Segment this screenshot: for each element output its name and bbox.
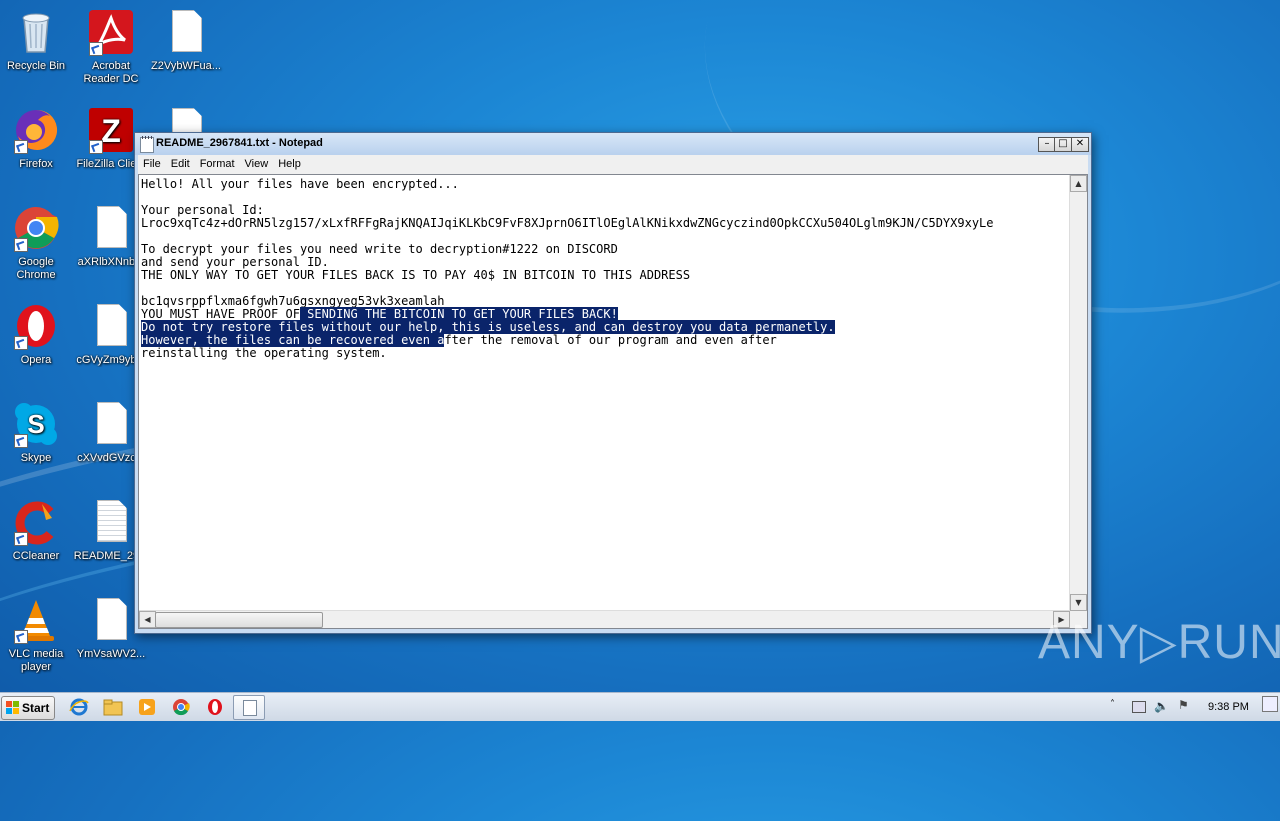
desktop-icon-label: Opera <box>20 354 52 366</box>
shortcut-arrow-icon <box>14 238 28 252</box>
blank-file-icon <box>87 400 135 448</box>
blank-file-icon <box>162 8 210 56</box>
recycle-bin-icon <box>12 8 60 56</box>
selected-text: However, the files can be recovered even… <box>141 333 445 347</box>
clock[interactable]: 9:38 PM <box>1208 701 1249 713</box>
skype-icon: S <box>12 400 60 448</box>
desktop-icon-acrobat[interactable]: Acrobat Reader DC <box>73 8 149 86</box>
desktop-icon-firefox[interactable]: Firefox <box>0 106 74 171</box>
shortcut-arrow-icon <box>89 140 103 154</box>
file-explorer-icon[interactable] <box>102 697 124 717</box>
desktop-icon-label: VLC media player <box>8 648 64 673</box>
opera-icon[interactable] <box>204 697 226 717</box>
chrome-icon <box>12 204 60 252</box>
media-player-icon[interactable] <box>136 697 158 717</box>
desktop-icon-vlc[interactable]: VLC media player <box>0 596 74 674</box>
anyrun-watermark: ANY▷RUN <box>1038 616 1280 669</box>
show-desktop-button[interactable] <box>1262 696 1278 712</box>
chrome-icon[interactable] <box>170 697 192 717</box>
menu-edit[interactable]: Edit <box>166 155 195 170</box>
show-hidden-icons-icon[interactable]: ˄ <box>1110 699 1115 710</box>
vlc-cone-icon <box>12 596 60 644</box>
selected-text: SENDING THE BITCOIN TO GET YOUR FILES BA… <box>299 307 618 321</box>
scroll-up-icon[interactable]: ▲ <box>1070 175 1087 192</box>
horizontal-scrollbar[interactable]: ◀ ▶ <box>139 610 1070 628</box>
acrobat-reader-icon <box>87 8 135 56</box>
ccleaner-icon <box>12 498 60 546</box>
notepad-window[interactable]: README_2967841.txt - Notepad – □ ✕ File E… <box>134 132 1092 634</box>
menu-help[interactable]: Help <box>273 155 306 170</box>
shortcut-arrow-icon <box>14 140 28 154</box>
desktop-icon-opera[interactable]: Opera <box>0 302 74 367</box>
svg-text:S: S <box>27 409 44 439</box>
internet-explorer-icon[interactable] <box>68 697 90 717</box>
action-center-flag-icon[interactable]: ⚑ <box>1178 698 1189 712</box>
desktop-icon-label: CCleaner <box>12 550 60 562</box>
windows-logo-icon <box>6 701 20 715</box>
text-line: THE ONLY WAY TO GET YOUR FILES BACK IS T… <box>141 268 691 282</box>
menu-file[interactable]: File <box>138 155 166 170</box>
scroll-down-icon[interactable]: ▼ <box>1070 594 1087 611</box>
notepad-icon <box>243 700 257 716</box>
blank-file-icon <box>87 596 135 644</box>
text-line: Hello! All your files have been encrypte… <box>141 177 459 191</box>
desktop-icon-google-chrome[interactable]: Google Chrome <box>0 204 74 282</box>
desktop-icon-label: Firefox <box>19 158 53 170</box>
desktop-icon-label: Recycle Bin <box>6 60 66 72</box>
menu-format[interactable]: Format <box>195 155 240 170</box>
maximize-button[interactable]: □ <box>1054 137 1072 152</box>
text-file-icon <box>87 498 135 546</box>
desktop-icon-skype[interactable]: S Skype <box>0 400 74 465</box>
blank-file-icon <box>87 204 135 252</box>
title-bar[interactable]: README_2967841.txt - Notepad – □ ✕ <box>135 133 1091 155</box>
filezilla-icon: Z <box>87 106 135 154</box>
shortcut-arrow-icon <box>14 532 28 546</box>
desktop-icon-label: Z2VybWFua... <box>151 60 221 72</box>
desktop-icon-ccleaner[interactable]: CCleaner <box>0 498 74 563</box>
desktop-icon-label: Google Chrome <box>16 256 56 281</box>
desktop-icon-file-z2vyb[interactable]: Z2VybWFua... <box>148 8 224 73</box>
shortcut-arrow-icon <box>89 42 103 56</box>
text-content[interactable]: Hello! All your files have been encrypte… <box>139 175 1070 611</box>
shortcut-arrow-icon <box>14 336 28 350</box>
start-label: Start <box>22 701 50 715</box>
firefox-icon <box>12 106 60 154</box>
window-title: README_2967841.txt - Notepad <box>156 137 323 149</box>
close-button[interactable]: ✕ <box>1071 137 1089 152</box>
text-line <box>141 191 1070 204</box>
desktop-icon-label: YmVsaWV2... <box>76 648 146 660</box>
unselected-text: YOU MUST HAVE PROOF OF <box>141 307 300 321</box>
network-icon[interactable] <box>1132 701 1146 713</box>
shortcut-arrow-icon <box>14 630 28 644</box>
taskbar: Start ˄ 🔈 ⚑ 9:38 PM <box>0 692 1280 721</box>
volume-icon[interactable]: 🔈 <box>1154 699 1169 713</box>
horizontal-scroll-thumb[interactable] <box>155 612 323 628</box>
opera-icon <box>12 302 60 350</box>
text-line: reinstalling the operating system. <box>141 346 387 360</box>
text-editor[interactable]: Hello! All your files have been encrypte… <box>138 174 1088 629</box>
shortcut-arrow-icon <box>14 434 28 448</box>
text-line: Lroc9xqTc4z+dOrRN5lzg157/xLxfRFFgRajKNQA… <box>141 216 994 230</box>
start-button[interactable]: Start <box>1 696 55 720</box>
menu-bar: File Edit Format View Help <box>138 155 1088 174</box>
desktop-icon-label: Acrobat Reader DC <box>83 60 139 85</box>
scroll-left-icon[interactable]: ◀ <box>139 611 156 628</box>
desktop-icon-label: Skype <box>20 452 52 464</box>
blank-file-icon <box>87 302 135 350</box>
desktop-icon-recycle-bin[interactable]: Recycle Bin <box>0 8 74 73</box>
notepad-icon <box>140 136 154 153</box>
unselected-text: fter the removal of our program and even… <box>444 333 777 347</box>
taskbar-notepad-button[interactable] <box>233 695 265 720</box>
selected-text: Do not try restore files without our hel… <box>141 320 835 334</box>
vertical-scrollbar[interactable]: ▲ ▼ <box>1069 175 1087 611</box>
svg-text:Z: Z <box>101 113 121 149</box>
menu-view[interactable]: View <box>240 155 274 170</box>
